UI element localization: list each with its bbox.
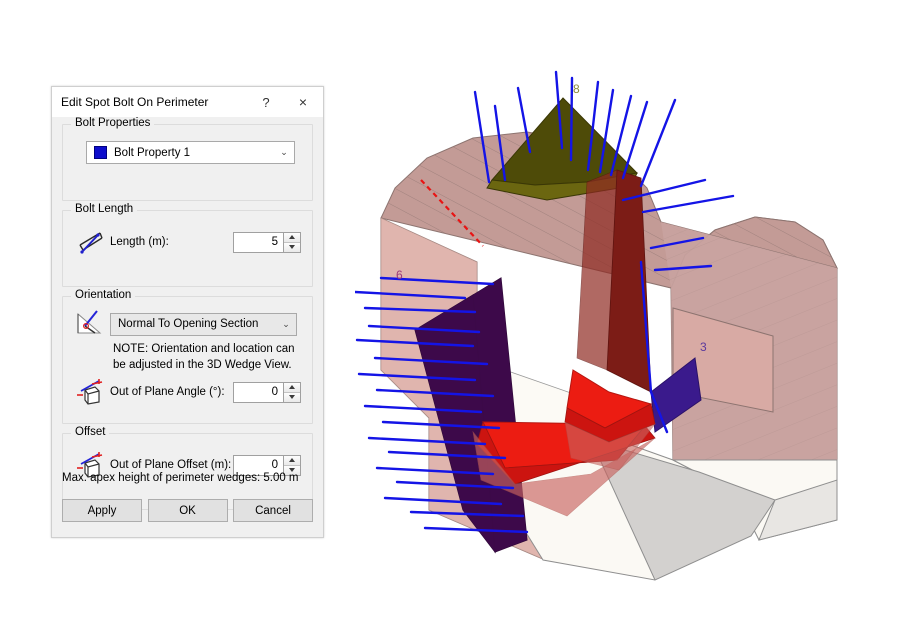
orientation-value: Normal To Opening Section bbox=[118, 318, 259, 330]
bolt-property-color-swatch bbox=[94, 146, 107, 159]
3d-model-canvas[interactable] bbox=[355, 40, 903, 622]
bolt-length-stepper[interactable] bbox=[233, 231, 301, 253]
ok-button[interactable]: OK bbox=[147, 499, 228, 522]
offset-spin-up[interactable] bbox=[284, 455, 300, 465]
bolt-property-value: Bolt Property 1 bbox=[114, 146, 191, 159]
cancel-button[interactable]: Cancel bbox=[233, 499, 313, 522]
titlebar-buttons: ? × bbox=[249, 87, 323, 117]
dialog-button-row: Apply OK Cancel bbox=[62, 499, 313, 522]
out-of-plane-angle-label: Out of Plane Angle (°): bbox=[110, 386, 225, 399]
group-bolt-properties: Bolt Properties Bolt Property 1 ⌄ bbox=[62, 117, 313, 201]
out-of-plane-angle-stepper[interactable] bbox=[233, 381, 301, 403]
orientation-note: NOTE: Orientation and location can be ad… bbox=[113, 343, 295, 371]
bolt-property-select[interactable]: Bolt Property 1 ⌄ bbox=[86, 141, 295, 164]
group-bolt-length: Bolt Length Length (m): bbox=[62, 203, 313, 287]
group-orientation: Orientation Normal To Opening Section ⌄ bbox=[62, 289, 313, 424]
max-apex-height-note: Max. apex height of perimeter wedges: 5.… bbox=[62, 472, 299, 484]
bolt-line bbox=[639, 98, 677, 188]
3d-wedge-view[interactable]: 8 6 3 bbox=[355, 40, 903, 622]
group-title-orientation: Orientation bbox=[71, 289, 136, 301]
dialog-titlebar: Edit Spot Bolt On Perimeter ? × bbox=[52, 87, 323, 118]
chevron-down-icon: ⌄ bbox=[280, 147, 288, 157]
bolt-length-spin-up[interactable] bbox=[284, 232, 300, 242]
orientation-select[interactable]: Normal To Opening Section ⌄ bbox=[110, 312, 297, 336]
group-title-bolt-properties: Bolt Properties bbox=[71, 117, 155, 129]
out-of-plane-angle-row: Out of Plane Angle (°): bbox=[72, 377, 303, 407]
out-of-plane-offset-label: Out of Plane Offset (m): bbox=[110, 459, 232, 471]
bolt-length-row: Length (m): bbox=[72, 227, 303, 257]
group-title-offset: Offset bbox=[71, 426, 110, 438]
angle-spin-down[interactable] bbox=[284, 391, 300, 402]
chevron-down-icon: ⌄ bbox=[282, 318, 290, 329]
bolt-length-input[interactable] bbox=[233, 231, 284, 253]
out-of-plane-angle-input[interactable] bbox=[233, 381, 284, 403]
orientation-icon bbox=[72, 309, 110, 339]
angle-spin-up[interactable] bbox=[284, 382, 300, 392]
bolt-line bbox=[569, 76, 574, 162]
close-icon[interactable]: × bbox=[283, 87, 323, 117]
dialog-body: Bolt Properties Bolt Property 1 ⌄ Bolt L… bbox=[52, 117, 323, 538]
bolt-length-spinner[interactable] bbox=[284, 231, 301, 253]
out-of-plane-angle-icon bbox=[72, 377, 110, 407]
bolt-line bbox=[641, 194, 735, 214]
apply-button[interactable]: Apply bbox=[62, 499, 142, 522]
bolt-length-icon bbox=[72, 227, 110, 257]
bolt-length-spin-down[interactable] bbox=[284, 241, 300, 252]
bolt-length-label: Length (m): bbox=[110, 236, 169, 248]
angle-spinner[interactable] bbox=[284, 381, 301, 403]
help-button[interactable]: ? bbox=[249, 87, 283, 117]
edit-spot-bolt-dialog: Edit Spot Bolt On Perimeter ? × Bolt Pro… bbox=[51, 86, 324, 538]
group-title-bolt-length: Bolt Length bbox=[71, 203, 138, 215]
orientation-row: Normal To Opening Section ⌄ bbox=[72, 309, 303, 339]
dialog-title: Edit Spot Bolt On Perimeter bbox=[61, 95, 209, 109]
